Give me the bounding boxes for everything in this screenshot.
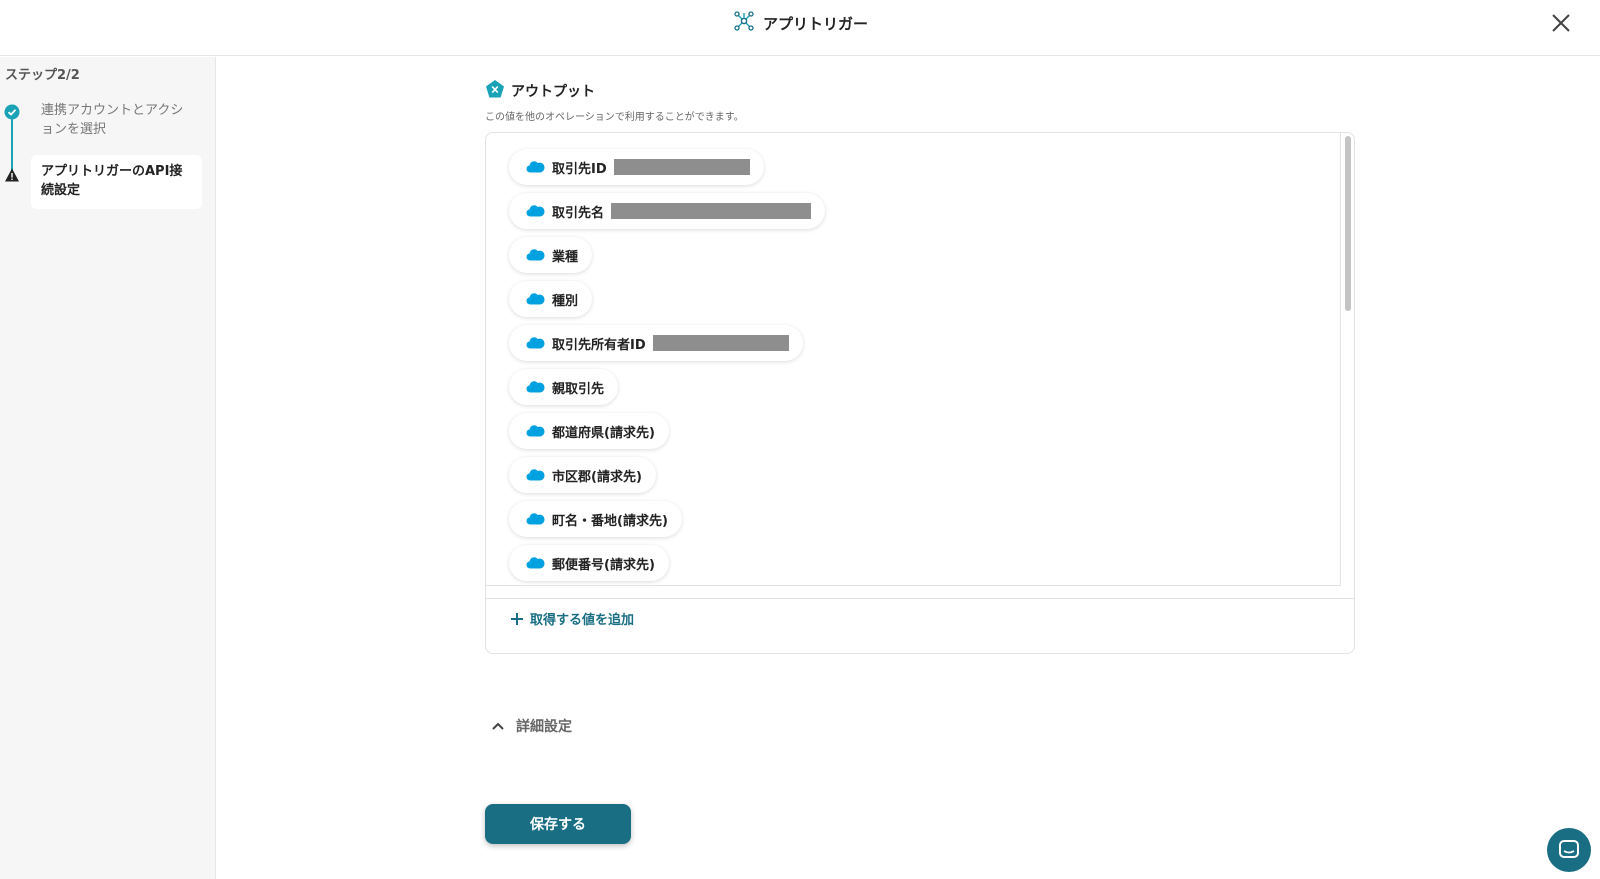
- salesforce-cloud-icon: [526, 246, 545, 265]
- close-icon[interactable]: [1548, 10, 1574, 36]
- output-item-label: 郵便番号(請求先): [552, 557, 655, 573]
- output-title: アウトプット: [511, 84, 595, 100]
- output-item[interactable]: 取引先名: [509, 193, 826, 229]
- salesforce-cloud-icon: [526, 554, 545, 573]
- output-item-label: 取引先所有者ID: [552, 337, 646, 353]
- output-list-scrollbar[interactable]: [1342, 133, 1354, 598]
- sidebar-step-select-account[interactable]: 連携アカウントとアクションを選択: [41, 101, 191, 139]
- header-title-group: アプリトリガー: [733, 10, 868, 36]
- trigger-network-icon: [733, 10, 755, 36]
- output-description: この値を他のオペレーションで利用することができます。: [485, 112, 744, 123]
- step-sidebar: ステップ2/2 連携アカウントとアクションを選択 アプリトリガーのAPI接続設定: [0, 57, 216, 879]
- salesforce-cloud-icon: [526, 510, 545, 529]
- check-circle-icon: [4, 104, 20, 120]
- output-item[interactable]: 町名・番地(請求先): [509, 501, 682, 537]
- warning-icon: [4, 167, 20, 183]
- scrollbar-thumb[interactable]: [1345, 136, 1351, 311]
- output-item-label: 親取引先: [552, 381, 605, 397]
- salesforce-cloud-icon: [526, 290, 545, 309]
- advanced-settings-label: 詳細設定: [516, 719, 572, 735]
- output-item[interactable]: 都道府県(請求先): [509, 413, 669, 449]
- output-section-header: アウトプット: [485, 79, 595, 103]
- output-item-label: 都道府県(請求先): [552, 425, 655, 441]
- output-item[interactable]: 業種: [509, 237, 593, 273]
- salesforce-cloud-icon: [526, 422, 545, 441]
- chevron-up-icon: [492, 722, 504, 730]
- advanced-settings-toggle[interactable]: 詳細設定: [490, 716, 572, 736]
- header-bar: アプリトリガー: [0, 0, 1600, 56]
- redacted-value: [613, 159, 750, 175]
- salesforce-cloud-icon: [526, 378, 545, 397]
- redacted-value: [611, 203, 812, 219]
- output-box-divider: [486, 598, 1354, 599]
- output-pentagon-icon: [485, 79, 505, 103]
- redacted-value: [652, 335, 789, 351]
- output-item[interactable]: 取引先ID: [509, 149, 764, 185]
- chat-widget-button[interactable]: [1547, 828, 1591, 872]
- output-item[interactable]: 市区郡(請求先): [509, 457, 656, 493]
- output-item-label: 取引先名: [552, 205, 605, 221]
- chat-icon: [1559, 840, 1579, 858]
- output-item[interactable]: 種別: [509, 281, 593, 317]
- sidebar-step-api-settings[interactable]: アプリトリガーのAPI接続設定: [31, 155, 202, 209]
- output-item-label: 取引先ID: [552, 161, 607, 177]
- output-item-label: 業種: [552, 249, 579, 265]
- step-counter: ステップ2/2: [5, 68, 80, 83]
- add-value-label: 取得する値を追加: [530, 613, 635, 628]
- page-title: アプリトリガー: [763, 14, 869, 33]
- salesforce-cloud-icon: [526, 466, 545, 485]
- save-button[interactable]: 保存する: [485, 804, 631, 844]
- output-list[interactable]: 取引先ID 取引先名 業種 種別 取引先所有者ID 親取引先 都道府県(請求先)…: [486, 133, 1341, 586]
- close-button[interactable]: [1548, 10, 1574, 36]
- step-connector-line: [11, 113, 13, 173]
- salesforce-cloud-icon: [526, 158, 545, 177]
- salesforce-cloud-icon: [526, 202, 545, 221]
- output-box: 取引先ID 取引先名 業種 種別 取引先所有者ID 親取引先 都道府県(請求先)…: [485, 132, 1355, 654]
- output-item-label: 町名・番地(請求先): [552, 513, 668, 529]
- output-item-label: 市区郡(請求先): [552, 469, 642, 485]
- plus-icon: [511, 612, 523, 625]
- output-item[interactable]: 郵便番号(請求先): [509, 545, 669, 581]
- add-value-button[interactable]: 取得する値を追加: [510, 609, 634, 628]
- output-item[interactable]: 親取引先: [509, 369, 619, 405]
- output-item-label: 種別: [552, 293, 579, 309]
- salesforce-cloud-icon: [526, 334, 545, 353]
- output-item[interactable]: 取引先所有者ID: [509, 325, 803, 361]
